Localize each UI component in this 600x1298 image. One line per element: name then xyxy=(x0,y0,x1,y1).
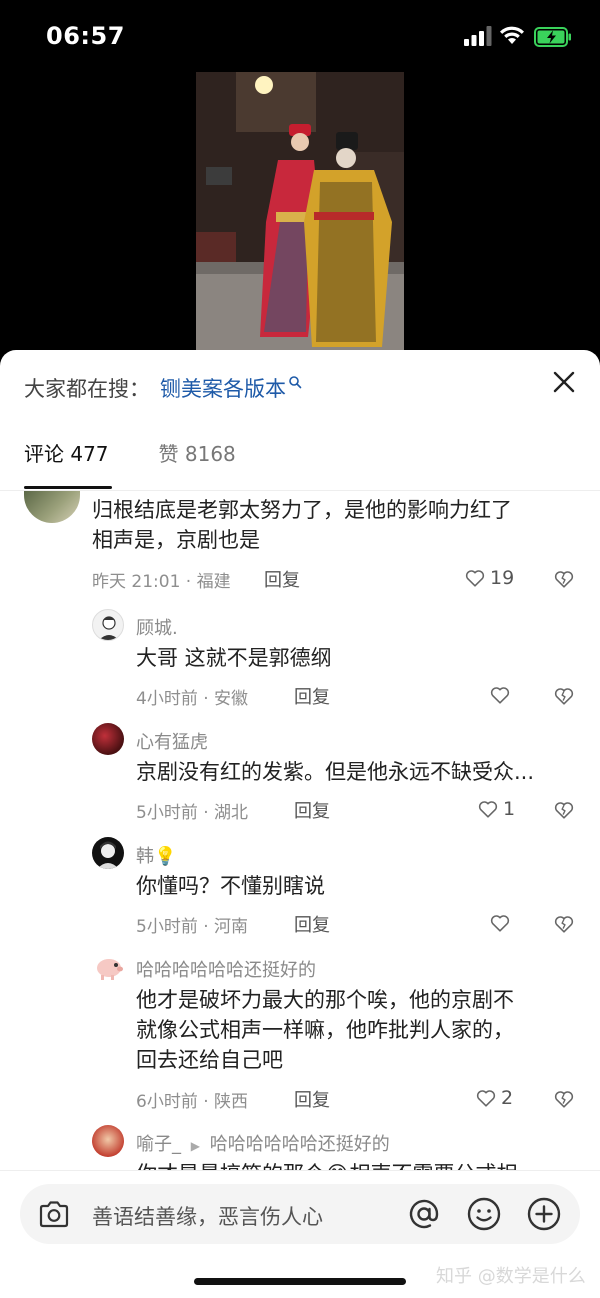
avatar[interactable] xyxy=(92,723,124,755)
reply-username[interactable]: 顾城. xyxy=(136,614,178,640)
reply-meta: 6小时前 · 陕西 xyxy=(136,1092,249,1112)
reply-button[interactable]: 回复 xyxy=(264,566,300,592)
status-bar: 06:57 xyxy=(0,0,600,72)
search-suggestion[interactable]: 大家都在搜： 铡美案各版本 xyxy=(24,372,302,404)
reply-meta: 5小时前 · 湖北 xyxy=(136,803,249,823)
video-player[interactable] xyxy=(196,72,404,360)
like-button[interactable] xyxy=(489,912,511,934)
dislike-heart-icon[interactable] xyxy=(553,913,575,935)
like-button[interactable] xyxy=(489,684,511,706)
video-frame-image xyxy=(196,72,404,360)
emoji-icon[interactable] xyxy=(466,1196,502,1232)
heart-icon xyxy=(490,687,510,704)
reply-text-line: 他才是破坏力最大的那个唉，他的京剧不 xyxy=(136,988,514,1012)
avatar[interactable] xyxy=(24,491,80,523)
heart-icon xyxy=(478,801,498,818)
home-indicator[interactable] xyxy=(194,1278,406,1285)
reply-username[interactable]: 喻子_ ▶ 哈哈哈哈哈哈还挺好的 xyxy=(136,1130,390,1156)
reply-text: 你懂吗？不懂别瞎说 xyxy=(136,874,325,898)
reply-username[interactable]: 哈哈哈哈哈哈还挺好的 xyxy=(136,956,316,982)
reply-text-line: 就像公式相声一样嘛，他咋批判人家的， xyxy=(136,1018,514,1042)
comment-meta: 昨天 21:01 · 福建 xyxy=(92,572,231,592)
battery-charging-icon xyxy=(534,27,571,47)
reply-username[interactable]: 韩💡 xyxy=(136,842,176,868)
like-count: 1 xyxy=(503,798,516,820)
divider xyxy=(0,1170,600,1171)
dislike-heart-icon[interactable] xyxy=(553,799,575,821)
like-button[interactable]: 2 xyxy=(475,1087,513,1109)
tab-comments[interactable]: 评论 477 xyxy=(24,436,109,468)
comment-sheet: 大家都在搜： 铡美案各版本 评论 477 赞 8168 归根结底是老郭太努力了，… xyxy=(0,350,600,1298)
reply-to-arrow-icon: ▶ xyxy=(190,1139,200,1153)
add-icon[interactable] xyxy=(526,1196,562,1232)
comment-list[interactable]: 归根结底是老郭太努力了，是他的影响力红了 相声是，京剧也是 昨天 21:01 ·… xyxy=(0,491,600,1171)
search-suggestion-term[interactable]: 铡美案各版本 xyxy=(160,373,286,403)
mention-icon[interactable] xyxy=(406,1196,442,1232)
avatar[interactable] xyxy=(92,951,124,983)
avatar[interactable] xyxy=(92,1125,124,1157)
status-time: 06:57 xyxy=(46,22,125,50)
heart-icon xyxy=(476,1090,496,1107)
avatar[interactable] xyxy=(92,837,124,869)
dislike-heart-icon[interactable] xyxy=(553,1088,575,1110)
reply-meta: 5小时前 · 河南 xyxy=(136,917,249,937)
reply-button[interactable]: 回复 xyxy=(294,683,330,709)
comment-input[interactable]: 善语结善缘，恶言伤人心 xyxy=(92,1201,323,1231)
reply-text: 京剧没有红的发紫。但是他永远不缺受众... xyxy=(136,760,535,784)
reply-button[interactable]: 回复 xyxy=(294,1086,330,1112)
dislike-heart-icon[interactable] xyxy=(553,685,575,707)
like-button[interactable]: 1 xyxy=(477,798,515,820)
cellular-signal-icon xyxy=(464,26,492,46)
reply-meta: 4小时前 · 安徽 xyxy=(136,689,249,709)
like-count: 19 xyxy=(490,567,515,589)
tab-likes[interactable]: 赞 8168 xyxy=(159,436,236,468)
like-button[interactable]: 19 xyxy=(464,567,514,589)
reply-to-username[interactable]: 哈哈哈哈哈哈还挺好的 xyxy=(210,1134,390,1155)
search-suggestion-prefix: 大家都在搜： xyxy=(24,377,150,401)
heart-icon xyxy=(490,915,510,932)
comment-text-line: 归根结底是老郭太努力了，是他的影响力红了 xyxy=(92,498,512,522)
reply-button[interactable]: 回复 xyxy=(294,797,330,823)
reply-text-line: 回去还给自己吧 xyxy=(136,1048,283,1072)
active-tab-indicator xyxy=(24,486,112,489)
search-icon xyxy=(289,376,302,389)
dislike-heart-icon[interactable] xyxy=(553,568,575,590)
reply-username[interactable]: 心有猛虎 xyxy=(136,728,208,754)
reply-text: 大哥 这就不是郭德纲 xyxy=(136,646,332,670)
wifi-icon xyxy=(500,26,524,44)
watermark: 知乎 @数学是什么 xyxy=(436,1266,586,1287)
close-icon[interactable] xyxy=(550,368,578,396)
camera-icon[interactable] xyxy=(38,1199,70,1229)
comment-text-line: 相声是，京剧也是 xyxy=(92,528,260,552)
reply-username-text: 喻子_ xyxy=(136,1134,181,1155)
like-count: 2 xyxy=(501,1087,514,1109)
reply-button[interactable]: 回复 xyxy=(294,911,330,937)
heart-icon xyxy=(465,570,485,587)
comment-tabs: 评论 477 赞 8168 xyxy=(24,436,236,468)
avatar[interactable] xyxy=(92,609,124,641)
comment-composer[interactable]: 善语结善缘，恶言伤人心 xyxy=(20,1184,580,1244)
